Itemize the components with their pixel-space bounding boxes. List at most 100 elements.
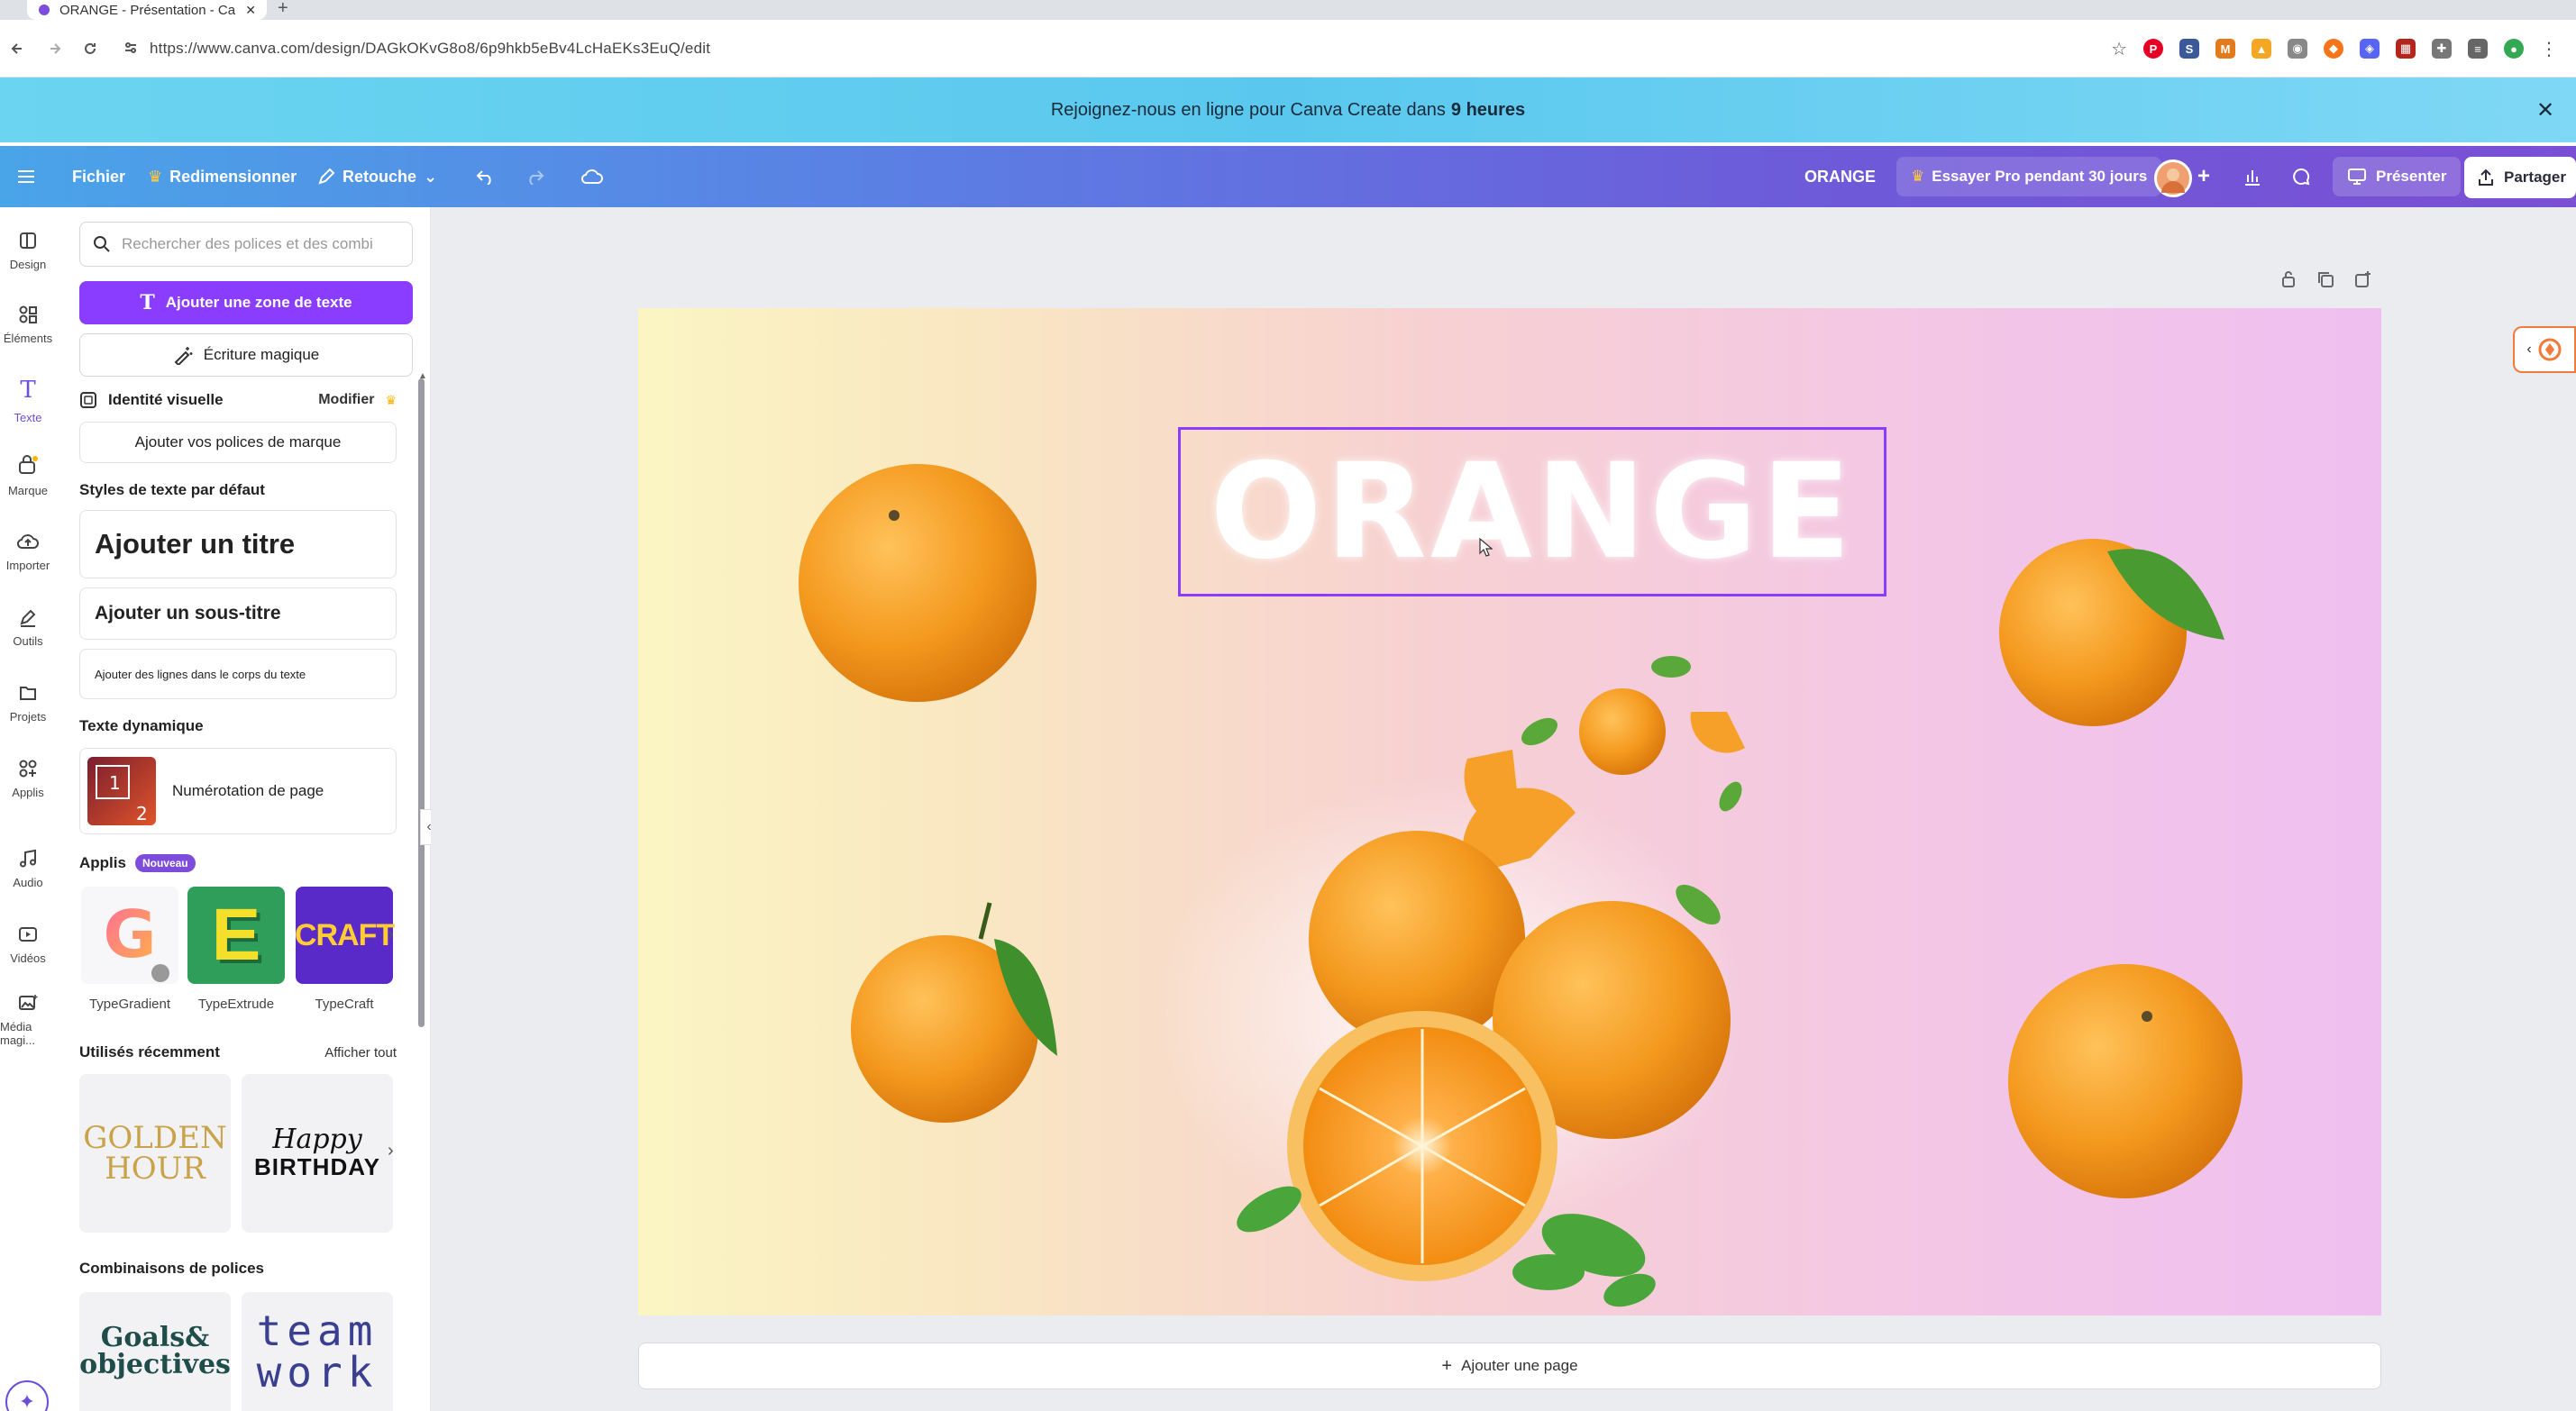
magic-assistant-icon[interactable]: ✦ [5, 1380, 49, 1411]
rail-item-videos[interactable]: Vidéos [0, 908, 56, 980]
combo-team-work[interactable]: team work [242, 1292, 393, 1411]
app-typecraft[interactable]: CRAFT [295, 887, 395, 984]
bookmark-star-icon[interactable]: ☆ [2111, 38, 2127, 60]
apps-heading-row: Applis Nouveau [79, 854, 196, 872]
add-page-button[interactable]: + Ajouter une page [638, 1343, 2381, 1389]
scroll-up-icon[interactable]: ▲ [418, 371, 427, 381]
text-icon: T [20, 376, 36, 404]
share-label: Partager [2504, 168, 2566, 186]
rail-item-text[interactable]: T Texte [0, 364, 56, 436]
page-numbering-button[interactable]: 12 Numérotation de page [79, 748, 397, 834]
lock-icon[interactable] [2280, 270, 2297, 288]
comment-icon[interactable] [2291, 146, 2311, 207]
profile-icon[interactable]: ● [2504, 39, 2524, 59]
page-number-icon: 12 [87, 757, 156, 825]
rail-item-elements[interactable]: Éléments [0, 288, 56, 360]
app-typeextrude[interactable]: E [187, 887, 285, 984]
extension-s-icon[interactable]: S [2179, 39, 2199, 59]
orange-title-text[interactable]: ORANGE [1210, 435, 1854, 588]
apps-icon [18, 759, 38, 778]
crown-icon: ♛ [385, 392, 397, 407]
combo-goals-objectives[interactable]: Goals& objectives [79, 1292, 231, 1411]
add-subtitle-button[interactable]: Ajouter un sous-titre [79, 587, 397, 640]
back-icon[interactable] [0, 20, 36, 77]
crown-icon: ♛ [148, 167, 163, 186]
reload-icon[interactable] [72, 20, 108, 77]
rail-item-projects[interactable]: Projets [0, 667, 56, 739]
magic-write-label: Écriture magique [203, 346, 320, 363]
pinterest-icon[interactable]: P [2143, 39, 2163, 59]
app-typegradient[interactable]: G [81, 887, 178, 984]
present-button[interactable]: Présenter [2333, 157, 2462, 196]
rail-label: Éléments [3, 331, 53, 345]
magic-write-button[interactable]: Écriture magique [79, 333, 413, 377]
share-icon [2477, 168, 2495, 187]
banner-text: Rejoignez-nous en ligne pour Canva Creat… [1050, 99, 1446, 120]
extension-orange-icon[interactable]: ◆ [2324, 39, 2343, 59]
add-brand-fonts-button[interactable]: Ajouter vos polices de marque [79, 422, 397, 463]
edit-menu[interactable]: Retouche ⌄ [317, 146, 437, 207]
forward-icon[interactable] [36, 20, 72, 77]
rail-label: Design [9, 257, 47, 271]
media-control-icon[interactable]: ≡ [2468, 39, 2488, 59]
add-page-icon[interactable] [2354, 270, 2372, 288]
see-all-link[interactable]: Afficher tout [324, 1045, 397, 1061]
duplicate-page-icon[interactable] [2316, 270, 2334, 288]
rail-label: Marque [7, 483, 49, 497]
try-pro-button[interactable]: ♛ Essayer Pro pendant 30 jours [1896, 157, 2162, 196]
extension-flame-icon[interactable]: ▲ [2252, 39, 2271, 59]
side-drawer-tab[interactable]: ‹ [2513, 326, 2576, 373]
main-menu-icon[interactable] [16, 146, 36, 207]
extension-calendar-icon[interactable]: ▦ [2396, 39, 2416, 59]
typeextrude-glyph: E [211, 894, 261, 976]
browser-menu-icon[interactable]: ⋮ [2540, 38, 2558, 60]
rail-item-brand[interactable]: Marque [0, 440, 56, 512]
chevron-left-icon: ‹ [2526, 341, 2532, 357]
new-tab-button[interactable]: + [278, 0, 288, 19]
extension-leaf-icon[interactable]: ◈ [2360, 39, 2380, 59]
cloud-save-icon[interactable] [580, 146, 604, 207]
rail-item-upload[interactable]: Importer [0, 515, 56, 587]
rail-item-tools[interactable]: Outils [0, 591, 56, 663]
rail-item-apps[interactable]: Applis [0, 742, 56, 815]
brand-identity-row: Identité visuelle Modifier ♛ [79, 389, 397, 411]
share-button[interactable]: Partager [2464, 157, 2576, 198]
recent-golden-hour[interactable]: GOLDEN HOUR [79, 1074, 231, 1233]
title-text-selection[interactable]: ORANGE [1178, 427, 1886, 596]
panel-scrollbar[interactable] [418, 378, 425, 1027]
resize-button[interactable]: ♛ Redimensionner [148, 146, 297, 207]
camera-icon[interactable]: ◉ [2288, 39, 2307, 59]
recent-happy-birthday[interactable]: Happy BIRTHDAY [242, 1074, 393, 1233]
orange-fruit [799, 464, 1037, 702]
recent-heading-row: Utilisés récemment Afficher tout [79, 1043, 397, 1061]
rail-item-audio[interactable]: Audio [0, 833, 56, 905]
banner-close-icon[interactable]: ✕ [2527, 77, 2563, 142]
apps-next-chevron-icon[interactable]: › [388, 924, 394, 945]
add-collaborator-icon[interactable]: + [2197, 146, 2210, 207]
svg-text:2: 2 [136, 803, 148, 824]
typegradient-glyph: G [103, 897, 156, 972]
undo-icon[interactable] [476, 146, 496, 207]
add-title-button[interactable]: Ajouter un titre [79, 510, 397, 578]
recent-next-chevron-icon[interactable]: › [388, 1141, 394, 1161]
site-info-icon[interactable] [123, 40, 139, 56]
document-title[interactable]: ORANGE [1804, 146, 1876, 207]
font-search-input[interactable]: Rechercher des polices et des combi [79, 222, 413, 267]
url-input[interactable]: https://www.canva.com/design/DAGkOKvG8o8… [150, 20, 710, 77]
orange-fruit [2008, 964, 2243, 1198]
browser-tab[interactable]: ORANGE - Présentation - Canva ✕ [27, 0, 267, 20]
extension-m-icon[interactable]: M [2215, 39, 2235, 59]
redo-icon[interactable] [525, 146, 544, 207]
add-text-box-button[interactable]: T Ajouter une zone de texte [79, 281, 413, 324]
add-body-text-button[interactable]: Ajouter des lignes dans le corps du text… [79, 649, 397, 699]
analytics-icon[interactable] [2243, 146, 2262, 207]
recent-text-line: BIRTHDAY [254, 1152, 380, 1180]
file-menu[interactable]: Fichier [72, 146, 125, 207]
extensions-puzzle-icon[interactable]: ✚ [2432, 39, 2452, 59]
tab-close-icon[interactable]: ✕ [245, 3, 256, 18]
modify-link[interactable]: Modifier [318, 392, 374, 408]
rail-item-magic-media[interactable]: Média magi... [0, 984, 56, 1056]
search-icon [93, 235, 111, 253]
user-avatar[interactable] [2154, 159, 2192, 197]
rail-item-design[interactable]: Design [0, 214, 56, 287]
